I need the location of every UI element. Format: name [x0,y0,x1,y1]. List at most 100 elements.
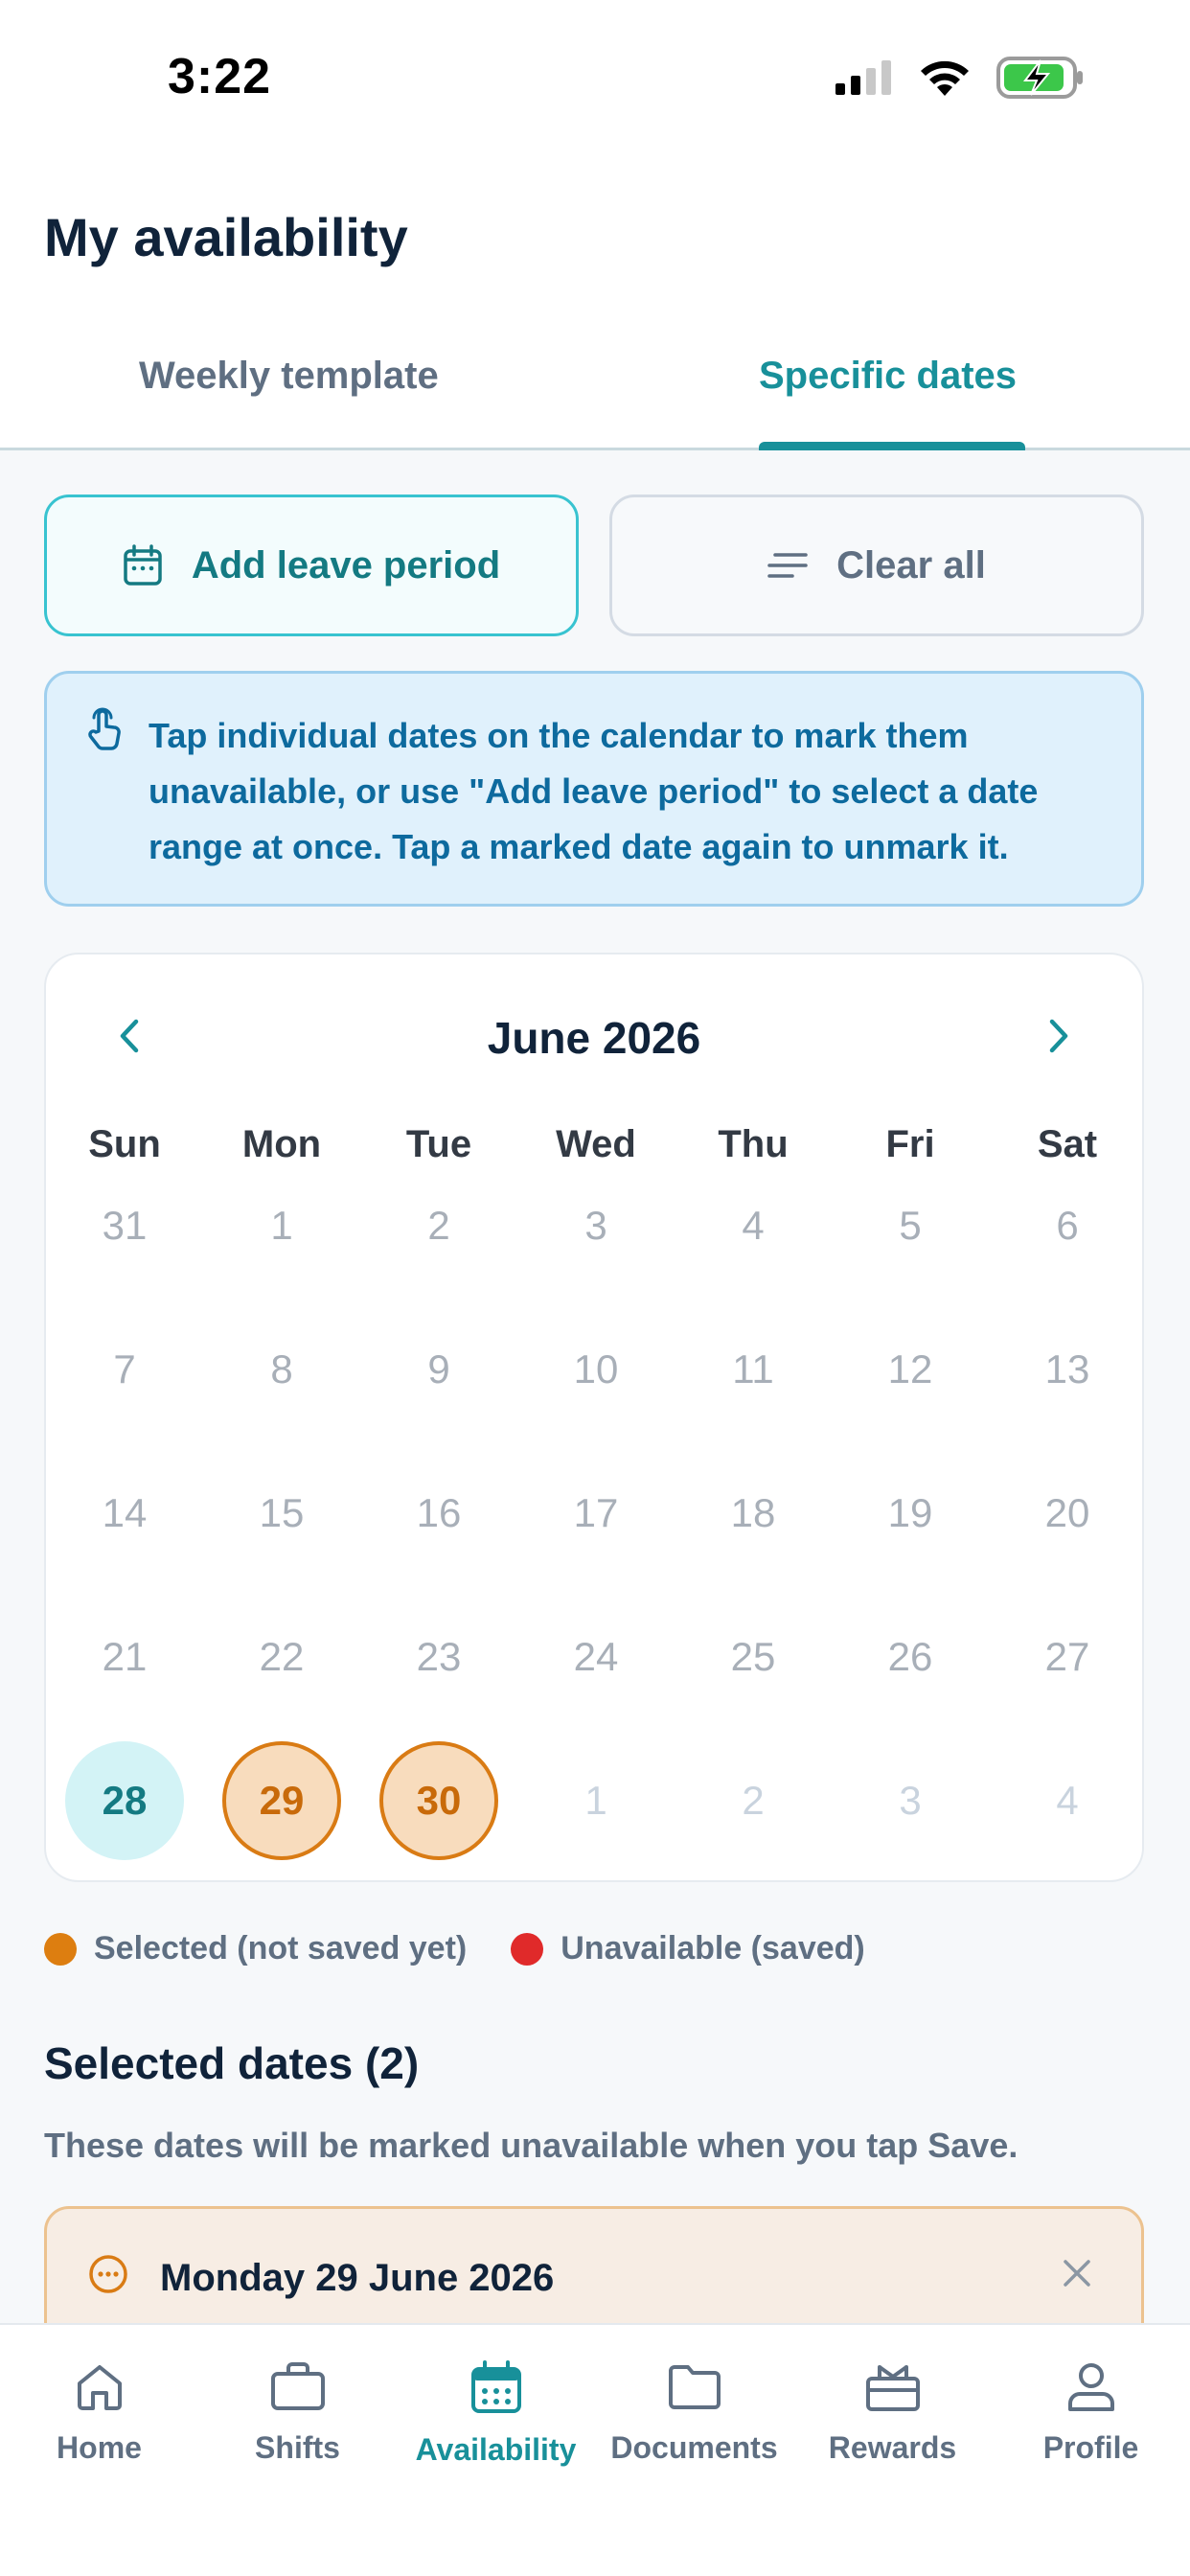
calendar-day[interactable]: 8 [203,1307,360,1432]
calendar-day[interactable]: 2 [675,1738,832,1863]
calendar-day-number: 29 [259,1778,305,1823]
calendar-day-number: 26 [887,1634,933,1679]
calendar-day[interactable]: 1 [517,1738,675,1863]
nav-profile-label: Profile [1042,2430,1139,2465]
gift-icon [865,2365,920,2411]
calendar-day-number: 4 [742,1203,765,1248]
calendar-day[interactable]: 6 [989,1163,1142,1288]
calendar-day-number: 28 [102,1778,148,1823]
calendar-day[interactable]: 19 [832,1451,989,1576]
calendar-day-number: 25 [730,1634,776,1679]
tab-specific-dates[interactable]: Specific dates [759,355,1017,398]
calendar-day-number: 24 [573,1634,619,1679]
calendar-day-number: 27 [1044,1634,1090,1679]
calendar-day[interactable]: 1 [203,1163,360,1288]
calendar-day-number: 31 [102,1203,148,1248]
calendar-day[interactable]: 31 [46,1163,203,1288]
add-leave-period-button[interactable]: Add leave period [44,494,579,636]
calendar-day[interactable]: 16 [360,1451,517,1576]
clear-all-button[interactable]: Clear all [609,494,1144,636]
calendar-day-number: 16 [416,1490,462,1535]
today-marker: 28 [65,1741,184,1860]
calendar-day[interactable]: 17 [517,1451,675,1576]
clear-all-label: Clear all [836,543,986,586]
top-bar: 3:22 My availability Weekly template Spe… [0,0,1190,450]
selected-date-marker: 30 [379,1741,498,1860]
calendar-day[interactable]: 20 [989,1451,1142,1576]
pending-icon [89,2255,127,2293]
calendar-day[interactable]: 24 [517,1595,675,1719]
calendar-day[interactable]: 15 [203,1451,360,1576]
calendar-day[interactable]: 3 [517,1163,675,1288]
calendar-day[interactable]: 27 [989,1595,1142,1719]
status-icons [834,56,1085,100]
calendar-icon [470,2360,521,2413]
user-icon [1067,2363,1114,2411]
calendar-day-number: 22 [259,1634,305,1679]
nav-home[interactable]: Home [0,2359,198,2466]
nav-availability[interactable]: Availability [397,2359,595,2468]
weekday-label: Mon [241,1123,322,1165]
calendar-day[interactable]: 4 [675,1163,832,1288]
info-banner: Tap individual dates on the calendar to … [44,671,1144,907]
calendar-day-number: 7 [113,1346,136,1392]
tab-weekly-template[interactable]: Weekly template [139,355,439,398]
calendar-day[interactable]: 9 [360,1307,517,1432]
calendar-day[interactable]: 13 [989,1307,1142,1432]
calendar-day[interactable]: 30 [360,1738,517,1863]
add-leave-period-label: Add leave period [191,543,501,586]
calendar-day-number: 6 [1056,1203,1079,1248]
calendar-day[interactable]: 4 [989,1738,1142,1863]
calendar-day[interactable]: 2 [360,1163,517,1288]
calendar-day-number: 21 [102,1634,148,1679]
calendar-day-number: 8 [270,1346,293,1392]
calendar-day[interactable]: 21 [46,1595,203,1719]
calendar-day[interactable]: 11 [675,1307,832,1432]
calendar-day[interactable]: 28 [46,1738,203,1863]
nav-rewards[interactable]: Rewards [793,2359,992,2466]
legend-selected: Selected (not saved yet) [94,1930,468,1966]
selected-date-label: Monday 29 June 2026 [160,2257,555,2299]
calendar-day-number: 3 [584,1203,607,1248]
calendar-day[interactable]: 10 [517,1307,675,1432]
calendar-day[interactable]: 26 [832,1595,989,1719]
chevron-right-icon[interactable] [1044,1018,1073,1054]
close-icon[interactable] [1061,2257,1093,2289]
calendar-day-number: 19 [887,1490,933,1535]
info-text: Tap individual dates on the calendar to … [149,716,1039,866]
nav-documents[interactable]: Documents [595,2359,793,2466]
calendar: June 2026 Sun Mon Tue Wed Thu Fri Sat 31 1 2 3 4 5 6… [44,953,1144,1882]
nav-documents-label: Documents [610,2430,778,2465]
calendar-day[interactable]: 14 [46,1451,203,1576]
calendar-day-number: 4 [1056,1778,1079,1823]
nav-shifts-label: Shifts [255,2430,340,2465]
calendar-day-number: 18 [730,1490,776,1535]
legend-unavailable: Unavailable (saved) [561,1930,865,1966]
calendar-day[interactable]: 3 [832,1738,989,1863]
calendar-day[interactable]: 7 [46,1307,203,1432]
nav-profile[interactable]: Profile [992,2359,1190,2466]
selected-dot [44,1932,77,1966]
calendar-day[interactable]: 23 [360,1595,517,1719]
weekday-label: Sun [88,1123,161,1165]
selected-dates-subtitle: These dates will be marked unavailable w… [44,2126,1018,2165]
selected-dates-title: Selected dates (2) [44,2038,420,2088]
folder-icon [668,2365,721,2409]
calendar-day[interactable]: 12 [832,1307,989,1432]
calendar-day[interactable]: 25 [675,1595,832,1719]
page-title: My availability [44,207,408,267]
nav-shifts[interactable]: Shifts [198,2359,397,2466]
calendar-day[interactable]: 5 [832,1163,989,1288]
weekday-label: Tue [405,1123,472,1165]
calendar-day[interactable]: 29 [203,1738,360,1863]
weekday-label: Thu [718,1123,789,1165]
calendar-day[interactable]: 18 [675,1451,832,1576]
active-tab-indicator [759,442,1025,450]
calendar-day-number: 20 [1044,1490,1090,1535]
battery-charging-icon [996,57,1083,99]
calendar-day-number: 11 [732,1346,774,1392]
calendar-icon [124,544,162,586]
unavailable-dot [511,1932,544,1966]
signal-icon [835,60,891,95]
calendar-day[interactable]: 22 [203,1595,360,1719]
